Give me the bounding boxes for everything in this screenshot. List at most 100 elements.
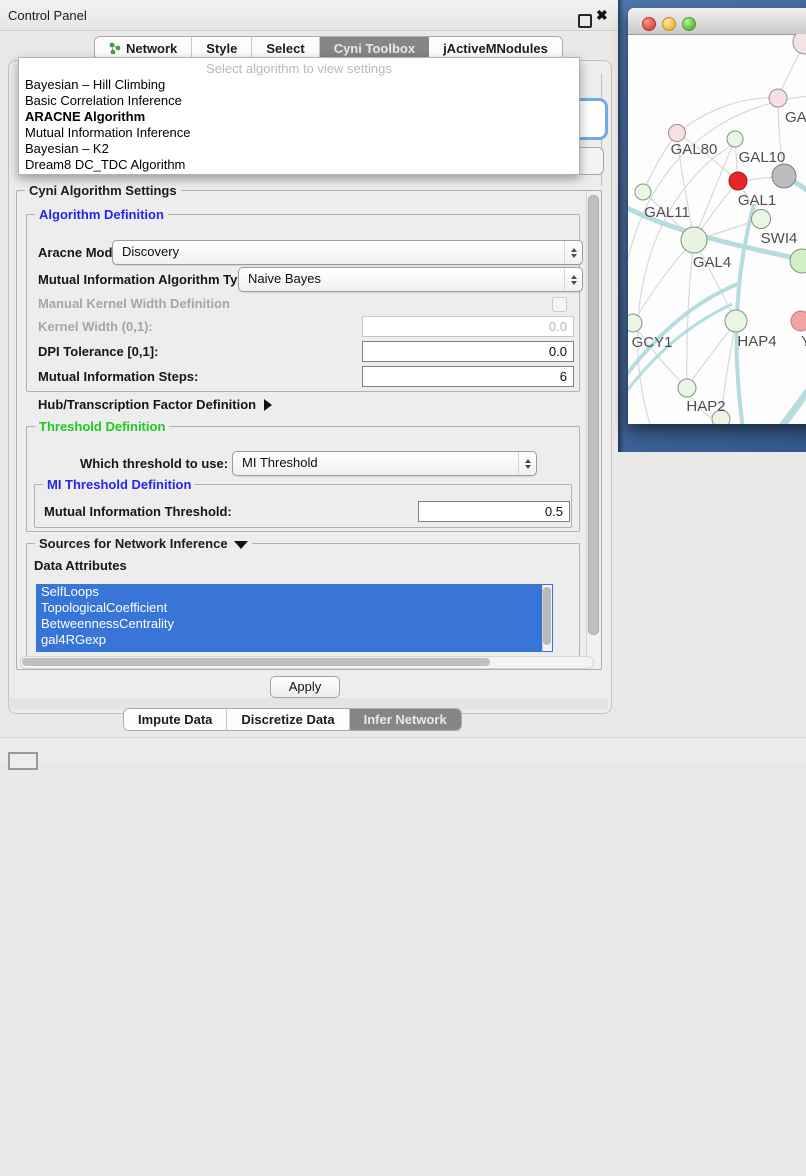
manual-kernel-checkbox[interactable] [552,297,567,312]
kernel-width-label: Kernel Width (0,1): [38,319,153,334]
apply-button[interactable]: Apply [270,676,340,698]
node-label: GAL4 [693,254,731,271]
network-node[interactable] [793,34,806,54]
window-bottom-area [0,738,806,762]
node-label: GAL11 [644,204,690,221]
hub-definition-expander[interactable]: Hub/Transcription Factor Definition [38,397,272,412]
network-window-titlebar[interactable] [628,8,806,35]
tab-jactivemnodules[interactable]: jActiveMNodules [429,37,562,59]
aracne-mode-select[interactable]: Discovery [112,240,583,265]
stepper-arrows-icon [564,241,582,264]
tab-label: Discretize Data [241,712,334,727]
network-node[interactable] [681,227,707,253]
tab-impute-data[interactable]: Impute Data [124,709,227,730]
attribute-list-item[interactable]: SelfLoops [36,584,553,600]
network-node[interactable] [772,164,796,188]
data-attributes-label: Data Attributes [34,558,127,573]
node-label: GAL80 [671,141,718,158]
tab-label: Select [266,41,304,56]
mi-algorithm-type-select[interactable]: Naive Bayes [238,267,583,292]
app-root: { "control_panel": { "title": "Control P… [0,0,806,762]
network-edge[interactable] [633,240,694,323]
network-icon [109,42,121,54]
network-edge[interactable] [694,240,736,321]
network-view-window[interactable]: GALGAL80GAL10GAL1GAL11SWI4GAL4GCY1HAP4YH… [628,8,806,424]
network-node[interactable] [669,125,686,142]
float-window-icon[interactable] [578,14,592,28]
network-node[interactable] [769,89,787,107]
dropdown-prompt: Select algorithm to view settings [19,61,579,76]
aracne-mode-value: Discovery [122,244,179,259]
algorithm-option[interactable]: Bayesian – K2 [25,141,573,157]
collapse-arrow-icon [234,541,248,549]
which-threshold-select[interactable]: MI Threshold [232,451,537,476]
settings-vscrollbar-thumb[interactable] [588,195,599,635]
floating-panel-stub[interactable] [8,752,38,770]
network-edge[interactable] [677,98,778,133]
network-edge[interactable] [628,284,738,379]
network-canvas[interactable]: GALGAL80GAL10GAL1GAL11SWI4GAL4GCY1HAP4YH… [628,34,806,424]
close-icon[interactable]: ✖ [596,7,608,24]
group-title: Cyni Algorithm Settings [25,183,181,198]
attribute-list-item[interactable]: gal4RGexp [36,632,553,648]
attribute-list-item[interactable]: BetweennessCentrality [36,616,553,632]
node-label: GAL10 [739,149,786,166]
mi-threshold-input[interactable]: 0.5 [418,501,570,522]
network-node[interactable] [727,131,743,147]
network-edge[interactable] [687,321,736,388]
network-node[interactable] [678,379,696,397]
kernel-width-input[interactable]: 0.0 [362,316,574,337]
sources-expander[interactable]: Sources for Network Inference [35,536,252,551]
expander-arrow-icon [264,399,272,411]
network-node[interactable] [725,310,747,332]
stepper-arrows-icon [564,268,582,291]
network-node[interactable] [729,172,747,190]
mi-steps-label: Mutual Information Steps: [38,369,198,384]
settings-hscrollbar-thumb[interactable] [22,658,490,666]
tab-select[interactable]: Select [252,37,319,59]
algorithm-option[interactable]: Bayesian – Hill Climbing [25,77,573,93]
panel-title: Control Panel [8,8,87,23]
attribute-list-item[interactable]: TopologicalCoefficient [36,600,553,616]
attributes-scrollbar-thumb[interactable] [543,587,551,645]
data-attributes-list[interactable]: SelfLoopsTopologicalCoefficientBetweenne… [36,584,553,652]
network-node[interactable] [752,210,771,229]
close-traffic-light-icon[interactable] [642,17,656,31]
network-node[interactable] [790,249,806,273]
minimize-traffic-light-icon[interactable] [662,17,676,31]
network-node[interactable] [791,311,806,331]
hub-definition-label: Hub/Transcription Factor Definition [38,397,256,412]
table-panel: Table Panel ⚙ ☑☑ ☐☐ shared...name YDL19.… [618,452,806,762]
tab-cyni-toolbox[interactable]: Cyni Toolbox [320,37,429,59]
group-title: MI Threshold Definition [43,477,195,492]
algorithm-dropdown-popup: Select algorithm to view settings Bayesi… [18,57,580,175]
manual-kernel-label: Manual Kernel Width Definition [38,296,230,311]
tab-label: Impute Data [138,712,212,727]
cyni-bottom-tabs: Impute Data Discretize Data Infer Networ… [123,708,462,731]
algorithm-option-list: Bayesian – Hill ClimbingBasic Correlatio… [25,77,573,173]
which-threshold-label: Which threshold to use: [80,456,228,471]
sources-title: Sources for Network Inference [39,536,228,551]
tab-style[interactable]: Style [192,37,252,59]
mi-steps-input[interactable]: 6 [362,366,574,387]
network-node[interactable] [628,314,642,332]
mi-type-value: Naive Bayes [248,271,321,286]
which-threshold-value: MI Threshold [242,455,318,470]
dpi-tolerance-input[interactable]: 0.0 [362,341,574,362]
tab-label: Network [126,41,177,56]
algorithm-option[interactable]: Dream8 DC_TDC Algorithm [25,157,573,173]
node-label: GCY1 [632,334,673,351]
dpi-tolerance-label: DPI Tolerance [0,1]: [38,344,158,359]
algorithm-option[interactable]: ARACNE Algorithm [25,109,573,125]
mi-threshold-label: Mutual Information Threshold: [44,504,232,519]
algorithm-option[interactable]: Mutual Information Inference [25,125,573,141]
tab-discretize-data[interactable]: Discretize Data [227,709,349,730]
tab-infer-network[interactable]: Infer Network [350,709,461,730]
network-node[interactable] [635,184,651,200]
tab-network[interactable]: Network [95,37,192,59]
network-edge[interactable] [776,370,806,424]
algorithm-option[interactable]: Basic Correlation Inference [25,93,573,109]
tab-label: Cyni Toolbox [334,41,415,56]
zoom-traffic-light-icon[interactable] [682,17,696,31]
node-label: HAP4 [737,333,776,350]
